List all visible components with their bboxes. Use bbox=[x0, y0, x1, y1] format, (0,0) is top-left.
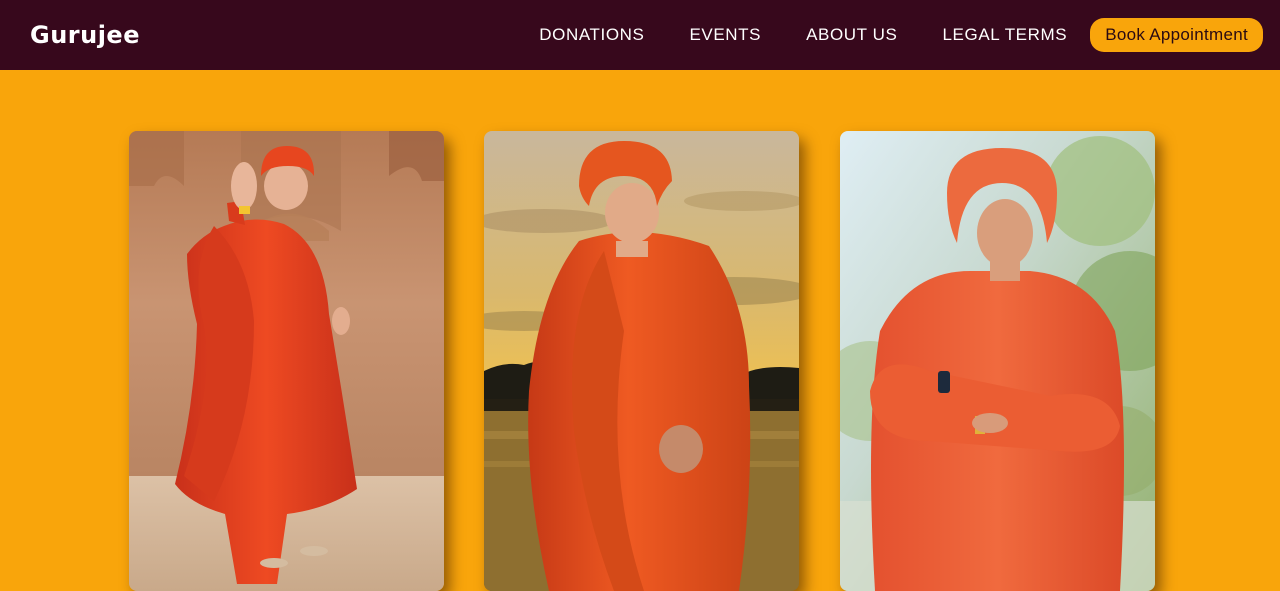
gallery-image-sunset bbox=[484, 131, 799, 591]
nav-link-donations[interactable]: DONATIONS bbox=[539, 25, 644, 45]
book-appointment-button[interactable]: Book Appointment bbox=[1090, 18, 1263, 52]
nav-link-legal-terms[interactable]: LEGAL TERMS bbox=[943, 25, 1068, 45]
gallery bbox=[129, 131, 1156, 591]
gallery-image-garden bbox=[840, 131, 1155, 591]
nav-link-events[interactable]: EVENTS bbox=[689, 25, 761, 45]
guru-blessing-photo bbox=[129, 131, 444, 591]
navbar: Gurujee DONATIONS EVENTS ABOUT US LEGAL … bbox=[0, 0, 1280, 70]
main-nav: DONATIONS EVENTS ABOUT US LEGAL TERMS Bo… bbox=[539, 0, 1263, 70]
nav-link-about-us[interactable]: ABOUT US bbox=[806, 25, 897, 45]
guru-garden-photo bbox=[840, 131, 1155, 591]
brand-logo[interactable]: Gurujee bbox=[30, 19, 140, 51]
guru-sunset-photo bbox=[484, 131, 799, 591]
gallery-image-blessing bbox=[129, 131, 444, 591]
